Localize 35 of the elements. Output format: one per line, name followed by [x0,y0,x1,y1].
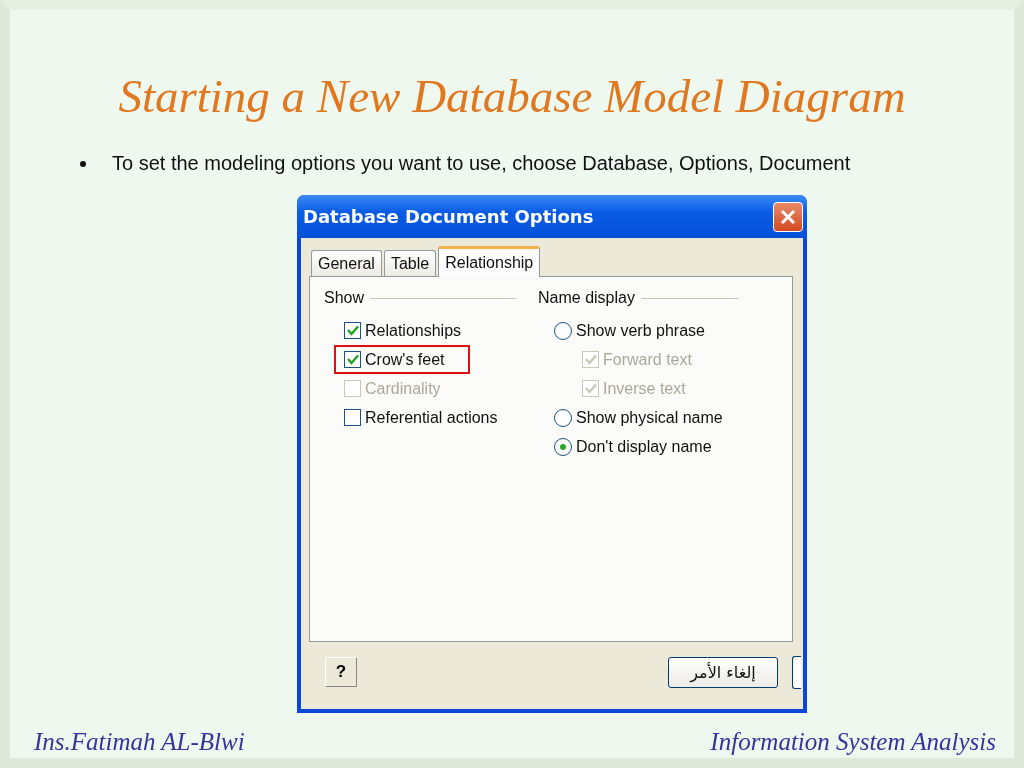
checkbox[interactable] [344,351,361,368]
bullet-text: To set the modeling options you want to use, choose Database, Options, Document [112,152,851,175]
checkbox[interactable] [344,322,361,339]
author-text: Ins.Fatimah AL-Blwi [34,728,245,756]
checkbox-label: Relationships [365,321,462,340]
checkbox-label: Crow's feet [365,350,445,369]
check-icon [346,325,359,336]
checkbox[interactable] [344,409,361,426]
bullet-icon [80,160,86,167]
radio-button[interactable] [554,408,572,427]
tab[interactable]: Relationship [438,246,541,277]
slide-title: Starting a New Database Model Diagram [117,69,907,124]
cancel-button[interactable]: إلغاء الأمر [668,656,778,688]
checkbox-label: Cardinality [365,379,441,398]
window-title: Database Document Options [303,206,594,227]
radio-button[interactable] [554,437,572,456]
group-label: Name display [538,289,635,307]
close-icon [780,208,796,225]
check-icon [584,354,597,365]
tab[interactable]: Table [383,250,437,276]
checkbox-label: Inverse text [603,379,686,398]
group-label: Show [324,289,365,307]
partial-button[interactable] [792,655,801,689]
course-text: Information System Analysis [710,728,996,756]
radio-label: Show verb phrase [576,321,705,340]
radio-label: Show physical name [576,408,723,427]
close-button[interactable] [773,201,803,232]
checkbox-label: Forward text [603,350,692,369]
radio-button[interactable] [554,321,572,340]
help-button[interactable]: ? [325,657,357,687]
check-icon [584,383,597,394]
checkbox-label: Referential actions [365,408,498,427]
tab[interactable]: General [311,250,382,276]
check-icon [346,354,359,365]
radio-label: Don't display name [576,437,712,456]
